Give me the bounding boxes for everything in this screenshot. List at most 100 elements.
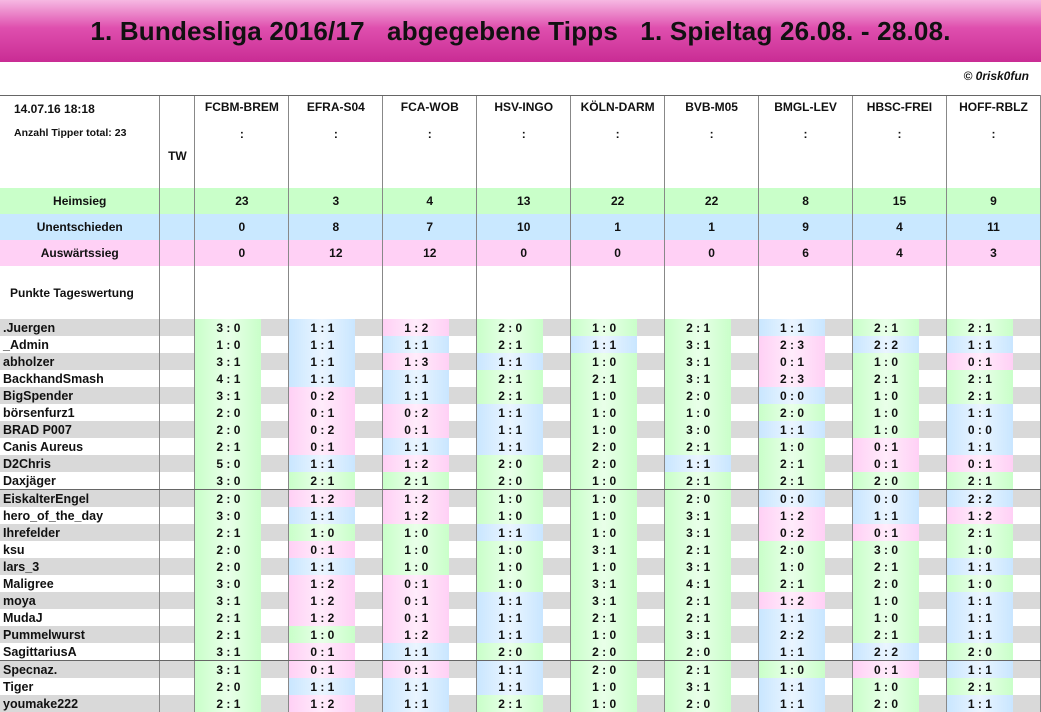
tip-cell: 1 : 1: [476, 660, 571, 678]
tip-cell: 0 : 1: [852, 524, 947, 541]
tip-value: 2 : 0: [477, 319, 544, 336]
tip-cell: 1 : 2: [382, 319, 477, 336]
match-score-placeholder: :: [521, 127, 526, 141]
tipper-name: börsenfurz1: [3, 405, 75, 420]
tip-wrapper: 2 : 2: [853, 336, 945, 353]
tip-filler: [355, 695, 382, 712]
tip-wrapper: 2 : 1: [195, 626, 288, 643]
tip-wrapper: 0 : 1: [853, 438, 945, 455]
tip-cell: 3 : 0: [664, 421, 759, 438]
tip-filler: [355, 319, 382, 336]
tip-cell: 3 : 1: [570, 541, 665, 558]
tip-cell: 0 : 0: [758, 387, 853, 404]
tip-filler: [825, 353, 852, 370]
tip-value: 1 : 1: [477, 609, 544, 626]
tip-cell: 2 : 3: [758, 336, 853, 353]
tip-value: 0 : 0: [853, 490, 919, 507]
points-label: Punkte Tageswertung: [10, 285, 134, 300]
match-name: HBSC-FREI: [866, 100, 933, 114]
tip-wrapper: 1 : 0: [759, 438, 852, 455]
tipper-row: youmake222 2 : 1 1 : 2 1 : 1 2 : 1 1 : 0 2 : 0…: [0, 695, 1041, 712]
tip-value: 1 : 0: [571, 626, 638, 643]
tip-wrapper: 1 : 1: [477, 353, 570, 370]
tip-value: 2 : 1: [477, 336, 544, 353]
tip-value: 2 : 0: [759, 541, 826, 558]
tip-cell: 3 : 1: [194, 592, 289, 609]
tip-cell: 1 : 0: [758, 660, 853, 678]
summary-count: 10: [476, 214, 571, 240]
tip-cell: 3 : 0: [194, 319, 289, 336]
match-score-placeholder: :: [991, 127, 996, 141]
points-cell: [159, 266, 195, 319]
tip-value: 1 : 1: [759, 643, 826, 660]
tip-wrapper: 1 : 2: [383, 626, 476, 643]
tip-filler: [919, 353, 946, 370]
tip-filler: [261, 336, 288, 353]
tip-cell: 1 : 0: [476, 558, 571, 575]
tip-wrapper: 2 : 1: [853, 558, 945, 575]
tip-cell: 2 : 1: [664, 319, 759, 336]
tip-cell: 1 : 1: [476, 404, 571, 421]
tip-filler: [543, 404, 570, 421]
tip-filler: [825, 370, 852, 387]
tipper-tw-cell: [159, 489, 195, 507]
tip-filler: [731, 472, 758, 489]
tip-wrapper: 1 : 1: [477, 626, 570, 643]
summary-count: 4: [852, 214, 947, 240]
match-name: HOFF-RBLZ: [959, 100, 1028, 114]
tip-cell: 0 : 1: [288, 660, 383, 678]
tip-value: 1 : 2: [383, 490, 450, 507]
tipper-row: Maligree 3 : 0 1 : 2 0 : 1 1 : 0 3 : 1 4 : 1 2 …: [0, 575, 1041, 592]
tip-filler: [261, 558, 288, 575]
summary-count: 22: [664, 188, 759, 214]
tip-filler: [449, 661, 476, 678]
tip-wrapper: 3 : 0: [665, 421, 758, 438]
tip-cell: 2 : 2: [852, 336, 947, 353]
tip-wrapper: 1 : 1: [759, 609, 852, 626]
tipper-name: BackhandSmash: [3, 371, 104, 386]
summary-count: 22: [570, 188, 665, 214]
tip-cell: 1 : 1: [476, 353, 571, 370]
tip-wrapper: 2 : 2: [853, 643, 945, 660]
tip-filler: [449, 455, 476, 472]
tip-cell: 0 : 2: [288, 387, 383, 404]
tip-wrapper: 1 : 2: [383, 319, 476, 336]
tip-filler: [543, 609, 570, 626]
match-name: KÖLN-DARM: [580, 100, 655, 114]
tip-filler: [637, 472, 664, 489]
tip-wrapper: 1 : 0: [477, 490, 570, 507]
match-header: KÖLN-DARM:: [570, 95, 665, 187]
tip-wrapper: 0 : 1: [289, 661, 382, 678]
tip-cell: 2 : 1: [852, 370, 947, 387]
tipper-tw-cell: [159, 353, 195, 370]
summary-count: 0: [476, 240, 571, 266]
tip-cell: 0 : 1: [288, 643, 383, 661]
tip-cell: 1 : 0: [758, 438, 853, 455]
tip-value: 2 : 1: [665, 592, 732, 609]
summary-count: 12: [382, 240, 477, 266]
tipper-name: .Juergen: [3, 320, 56, 335]
tip-filler: [1013, 626, 1040, 643]
tip-filler: [543, 507, 570, 524]
tip-filler: [731, 387, 758, 404]
tipper-name: ksu: [3, 542, 25, 557]
tip-cell: 2 : 1: [852, 319, 947, 336]
tip-wrapper: 1 : 1: [947, 695, 1039, 712]
tip-filler: [919, 319, 946, 336]
tip-cell: 1 : 2: [288, 489, 383, 507]
tip-value: 3 : 1: [195, 643, 262, 660]
summary-count: 0: [194, 240, 289, 266]
summary-count: 3: [945, 240, 1041, 266]
tip-filler: [355, 592, 382, 609]
tip-filler: [731, 695, 758, 712]
tip-filler: [261, 455, 288, 472]
tip-value: 1 : 1: [947, 336, 1013, 353]
tip-value: 1 : 2: [759, 507, 826, 524]
tip-cell: 1 : 1: [570, 336, 665, 353]
tip-wrapper: 0 : 1: [289, 438, 382, 455]
tip-filler: [449, 387, 476, 404]
tip-wrapper: 2 : 0: [195, 404, 288, 421]
summary-count: 3: [288, 188, 383, 214]
tip-cell: 2 : 1: [194, 609, 289, 626]
tip-cell: 1 : 1: [288, 319, 383, 336]
